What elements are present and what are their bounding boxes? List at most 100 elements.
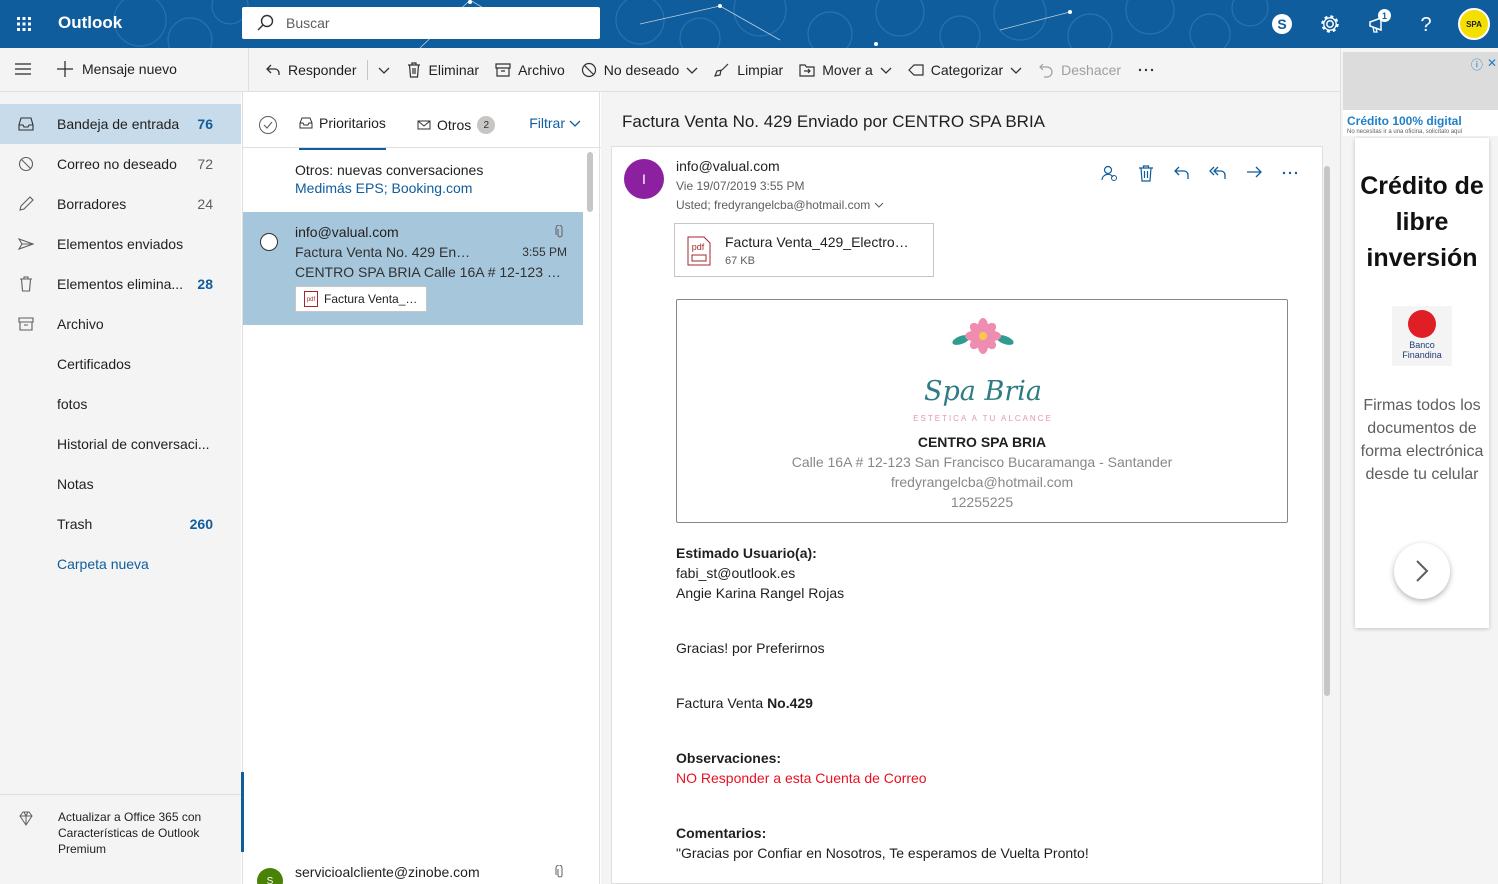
recipient-email: fabi_st@outlook.es (676, 565, 796, 581)
chevron-down-icon (1010, 67, 1022, 74)
observations-label: Observaciones: (676, 750, 782, 766)
sweep-button[interactable]: Limpiar (706, 48, 791, 92)
close-icon[interactable]: ✕ (1487, 56, 1497, 73)
other-conversations-row[interactable]: Otros: nuevas conversaciones Medimás EPS… (243, 148, 583, 212)
chevron-down-icon (378, 67, 389, 74)
upgrade-banner[interactable]: Actualizar a Office 365 con Característi… (0, 794, 241, 884)
flower-logo-icon (952, 318, 1014, 354)
reply-message-button[interactable] (1168, 159, 1196, 187)
new-message-button[interactable]: Mensaje nuevo (56, 60, 177, 78)
account-button[interactable]: SPA (1450, 0, 1498, 48)
new-folder-label: Carpeta nueva (57, 556, 149, 572)
sender-address[interactable]: info@valual.com (676, 158, 780, 174)
folder-drafts[interactable]: Borradores 24 (0, 184, 241, 224)
ad-body-text: Firmas todos los documentos de forma ele… (1360, 397, 1484, 483)
more-actions-button[interactable] (1129, 48, 1163, 92)
person-icon (1101, 165, 1117, 181)
tab-other[interactable]: Otros 2 (417, 114, 496, 136)
skype-button[interactable]: S (1258, 0, 1306, 48)
other-inbox-icon (417, 120, 431, 130)
ad-info-icon[interactable]: ⓘ (1471, 56, 1483, 73)
message-list-scrollbar[interactable] (587, 152, 593, 212)
reply-options-dropdown[interactable] (370, 48, 398, 92)
categorize-button[interactable]: Categorizar (900, 48, 1030, 92)
delete-message-button[interactable] (1132, 159, 1160, 187)
folder-inbox[interactable]: Bandeja de entrada 76 (0, 104, 241, 144)
select-message-radio[interactable] (260, 233, 278, 251)
logo-tagline: ESTETICA A TU ALCANCE (913, 414, 1053, 423)
reply-button[interactable]: Responder (257, 48, 365, 92)
search-box[interactable]: Buscar (242, 7, 600, 39)
spa-logo: Spa Bria ESTETICA A TU ALCANCE (913, 316, 1053, 423)
folder-pane: Bandeja de entrada 76 Correo no deseado … (0, 92, 241, 884)
comments-text: "Gracias por Confiar en Nosotros, Te esp… (676, 845, 1089, 861)
folder-certificados[interactable]: Certificados (0, 344, 241, 384)
attachment-chip-label: Factura Venta_429_Electronica.pdf (324, 292, 420, 306)
pencil-icon (19, 196, 34, 211)
help-button[interactable]: ? (1402, 0, 1450, 48)
app-launcher-button[interactable] (0, 0, 48, 48)
header-actions: S 1 ? SPA (1258, 0, 1498, 48)
folder-trash[interactable]: Trash 260 (0, 504, 241, 544)
attachment-chip[interactable]: pdf Factura Venta_429_Electronica.pdf (295, 286, 427, 312)
folder-fotos[interactable]: fotos (0, 384, 241, 424)
attachment-card[interactable]: pdf Factura Venta_429_Electronica.pdf 67… (674, 223, 934, 277)
collapse-nav-button[interactable] (14, 60, 32, 81)
undo-button[interactable]: Deshacer (1030, 48, 1129, 92)
comments-block: Comentarios: "Gracias por Confiar en Nos… (676, 823, 1089, 863)
folder-junk[interactable]: Correo no deseado 72 (0, 144, 241, 184)
sender-profile-button[interactable] (1096, 159, 1124, 187)
chevron-down-icon (569, 120, 581, 127)
avatar: S (257, 868, 283, 884)
app-brand[interactable]: Outlook (58, 13, 122, 33)
pdf-icon-label: pdf (692, 242, 705, 252)
ad-card[interactable]: Crédito de libre inversión Banco Finandi… (1355, 138, 1489, 628)
ad-controls[interactable]: ⓘ ✕ (1471, 56, 1497, 73)
tab-focused[interactable]: Prioritarios (299, 114, 386, 150)
reply-all-button[interactable] (1204, 159, 1232, 187)
diamond-icon (19, 811, 33, 826)
move-to-button[interactable]: Mover a (791, 48, 900, 92)
avatar[interactable]: I (624, 159, 664, 199)
folder-archive[interactable]: Archivo (0, 304, 241, 344)
list-item-selected[interactable]: info@valual.com Factura Venta No. 429 En… (243, 212, 583, 325)
attachment-size: 67 KB (725, 255, 755, 267)
forward-icon (1247, 166, 1262, 178)
select-all-checkbox[interactable] (259, 116, 277, 134)
delete-button[interactable]: Eliminar (398, 48, 488, 92)
avatar: SPA (1458, 8, 1490, 40)
hamburger-icon (15, 63, 31, 75)
folder-label: Bandeja de entrada (57, 116, 180, 132)
tab-focused-label: Prioritarios (319, 115, 386, 131)
chevron-down-icon (686, 67, 698, 74)
reading-subject: Factura Venta No. 429 Enviado por CENTRO… (622, 112, 1045, 131)
filter-button[interactable]: Filtrar (529, 115, 581, 131)
folder-deleted[interactable]: Elementos elimina... 28 (0, 264, 241, 304)
move-to-label: Mover a (822, 62, 873, 78)
ad-banner-top[interactable]: ⓘ ✕ Crédito 100% digital No necesitas ir… (1343, 52, 1498, 136)
recipients-text: Usted; fredyrangelcba@hotmail.com (676, 198, 871, 212)
folder-notas[interactable]: Notas (0, 464, 241, 504)
unread-count: 76 (197, 116, 213, 132)
archive-button[interactable]: Archivo (487, 48, 573, 92)
whats-new-button[interactable]: 1 (1354, 0, 1402, 48)
recipients[interactable]: Usted; fredyrangelcba@hotmail.com (676, 198, 884, 212)
attachment-info: Factura Venta_429_Electronica.pdf 67 KB (725, 234, 915, 267)
settings-button[interactable] (1306, 0, 1354, 48)
ad-top-subtitle: No necesitas ir a una oficina, solicítal… (1347, 129, 1463, 135)
forward-button[interactable] (1240, 159, 1268, 187)
junk-button[interactable]: No deseado (573, 48, 707, 92)
junk-label: No deseado (603, 62, 680, 78)
more-message-actions-button[interactable] (1276, 159, 1304, 187)
reading-pane-scrollbar[interactable] (1324, 166, 1330, 696)
folder-sent[interactable]: Elementos enviados (0, 224, 241, 264)
new-message-label: Mensaje nuevo (82, 61, 177, 77)
ad-next-button[interactable] (1394, 543, 1450, 599)
folder-conversation-history[interactable]: Historial de conversaci... (0, 424, 241, 464)
inbox-tabs: Prioritarios Otros 2 Filtrar (243, 92, 601, 150)
unread-count: 28 (197, 276, 213, 292)
list-item[interactable]: S servicioalcliente@zinobe.com (243, 852, 583, 884)
archive-icon (495, 63, 511, 77)
new-folder-link[interactable]: Carpeta nueva (0, 544, 241, 584)
observations-block: Observaciones: NO Responder a esta Cuent… (676, 748, 927, 788)
